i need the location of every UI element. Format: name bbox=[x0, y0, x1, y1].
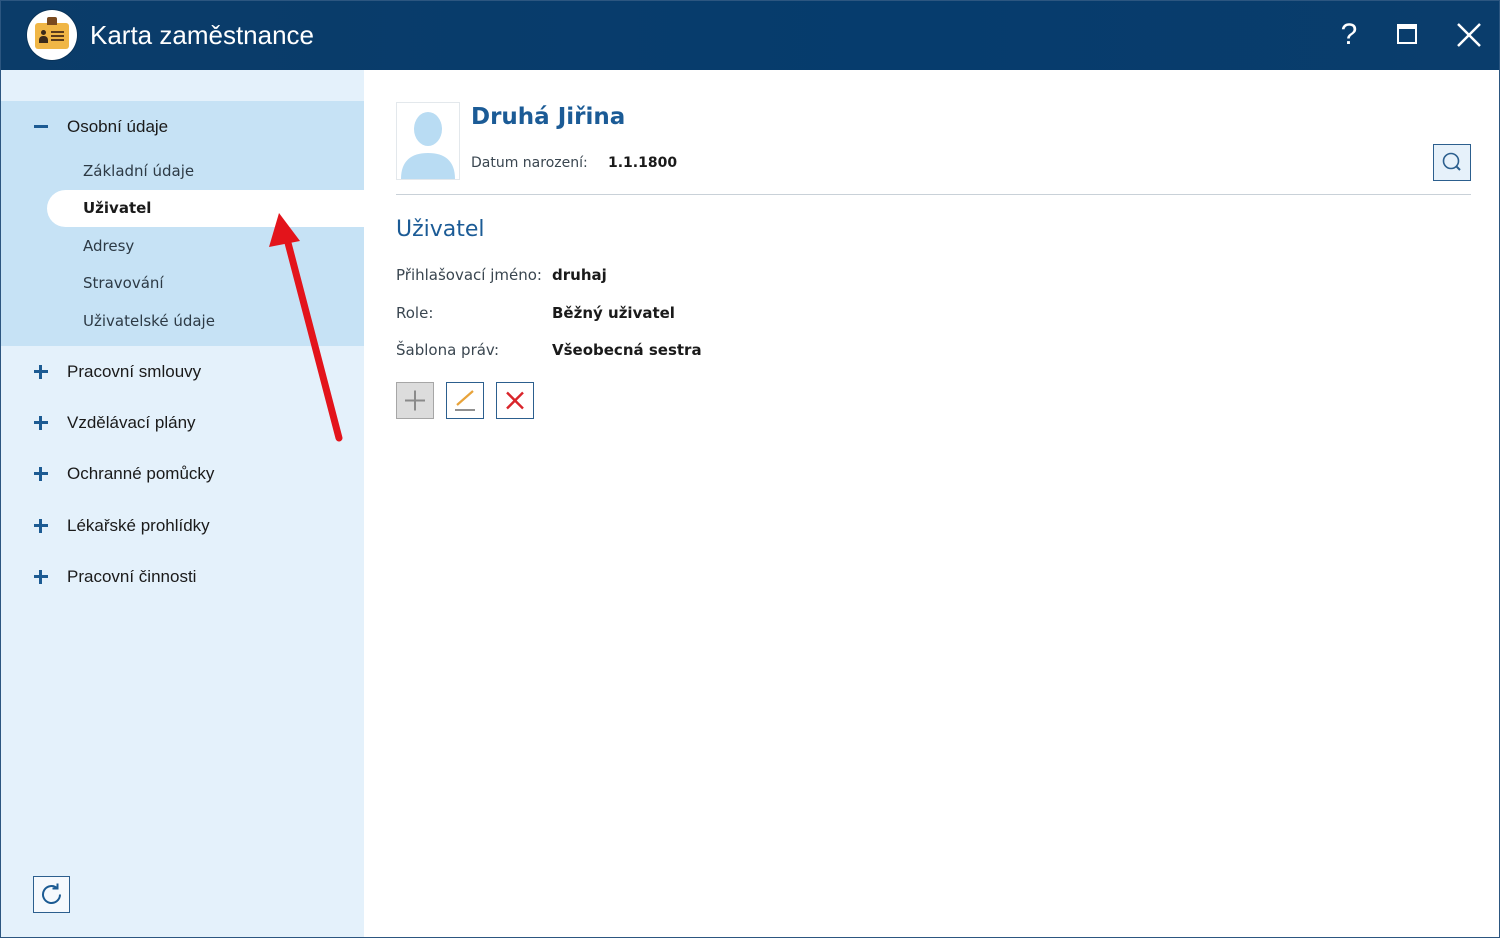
main-panel: Druhá Jiřina Datum narození: 1.1.1800 Už… bbox=[364, 70, 1499, 937]
plus-icon bbox=[31, 464, 51, 484]
sidebar-item-label: Stravování bbox=[83, 274, 164, 292]
sidebar-item-label: Uživatel bbox=[83, 199, 152, 217]
sidebar-item-label: Uživatelské údaje bbox=[83, 312, 215, 330]
sidebar-group-label: Vzdělávací plány bbox=[67, 413, 196, 432]
sidebar-item-zakladni-udaje[interactable]: Základní údaje bbox=[47, 153, 364, 190]
close-icon bbox=[506, 391, 524, 410]
sidebar-group-label: Pracovní činnosti bbox=[67, 567, 197, 586]
edit-button[interactable] bbox=[446, 382, 484, 419]
sidebar-group-ochranne-pomucky[interactable]: Ochranné pomůcky bbox=[1, 454, 364, 494]
sidebar-group-label: Ochranné pomůcky bbox=[67, 464, 215, 483]
sidebar-item-label: Základní údaje bbox=[83, 162, 195, 180]
person-silhouette-icon bbox=[401, 112, 455, 179]
sidebar-group-pracovni-cinnosti[interactable]: Pracovní činnosti bbox=[1, 557, 364, 597]
plus-icon bbox=[405, 390, 425, 411]
plus-icon bbox=[31, 567, 51, 587]
sidebar-group-label: Pracovní smlouvy bbox=[67, 362, 202, 381]
sidebar-item-uzivatelske-udaje[interactable]: Uživatelské údaje bbox=[47, 303, 364, 340]
pencil-icon bbox=[455, 390, 475, 411]
header-divider bbox=[396, 194, 1471, 195]
plus-icon bbox=[31, 516, 51, 536]
rights-template-value: Všeobecná sestra bbox=[552, 341, 702, 359]
sidebar-group-pracovni-smlouvy[interactable]: Pracovní smlouvy bbox=[1, 352, 364, 392]
role-value: Běžný uživatel bbox=[552, 304, 675, 322]
add-button[interactable] bbox=[396, 382, 434, 419]
login-name-value: druhaj bbox=[552, 266, 607, 284]
sidebar-group-lekarske-prohlidky[interactable]: Lékařské prohlídky bbox=[1, 506, 364, 546]
sidebar-group-label: Osobní údaje bbox=[67, 117, 169, 136]
app-logo-icon bbox=[27, 10, 77, 60]
minus-icon bbox=[31, 117, 51, 137]
sidebar-item-label: Adresy bbox=[83, 237, 135, 255]
search-icon bbox=[1442, 152, 1461, 171]
delete-button[interactable] bbox=[496, 382, 534, 419]
sidebar: Osobní údaje Základní údaje Uživatel Adr… bbox=[1, 70, 364, 937]
employee-card-window: Karta zaměstnance ? Osobní údaje Základn… bbox=[0, 0, 1500, 938]
sidebar-item-adresy[interactable]: Adresy bbox=[47, 228, 364, 265]
sidebar-group-label: Lékařské prohlídky bbox=[67, 516, 210, 535]
section-title: Uživatel bbox=[396, 217, 485, 242]
login-name-label: Přihlašovací jméno: bbox=[396, 266, 542, 284]
close-button[interactable] bbox=[1449, 15, 1489, 55]
maximize-icon bbox=[1397, 24, 1417, 44]
plus-icon bbox=[31, 362, 51, 382]
employee-name: Druhá Jiřina bbox=[471, 104, 626, 130]
refresh-icon bbox=[42, 883, 61, 904]
refresh-button[interactable] bbox=[33, 876, 70, 913]
plus-icon bbox=[31, 413, 51, 433]
close-icon bbox=[1457, 23, 1481, 47]
rights-template-label: Šablona práv: bbox=[396, 341, 500, 359]
maximize-button[interactable] bbox=[1388, 15, 1428, 55]
window-title: Karta zaměstnance bbox=[90, 20, 315, 50]
role-label: Role: bbox=[396, 304, 434, 322]
sidebar-group-osobni-udaje[interactable]: Osobní údaje bbox=[1, 107, 364, 147]
date-of-birth-label: Datum narození: bbox=[471, 155, 588, 171]
search-button[interactable] bbox=[1433, 144, 1471, 181]
title-bar: Karta zaměstnance ? bbox=[1, 1, 1499, 70]
sidebar-item-uzivatel[interactable]: Uživatel bbox=[47, 190, 364, 227]
sidebar-group-vzdelavaci-plany[interactable]: Vzdělávací plány bbox=[1, 403, 364, 443]
date-of-birth-value: 1.1.1800 bbox=[608, 155, 678, 171]
avatar bbox=[396, 102, 460, 180]
sidebar-item-stravovani[interactable]: Stravování bbox=[47, 265, 364, 302]
help-button[interactable]: ? bbox=[1329, 15, 1369, 55]
